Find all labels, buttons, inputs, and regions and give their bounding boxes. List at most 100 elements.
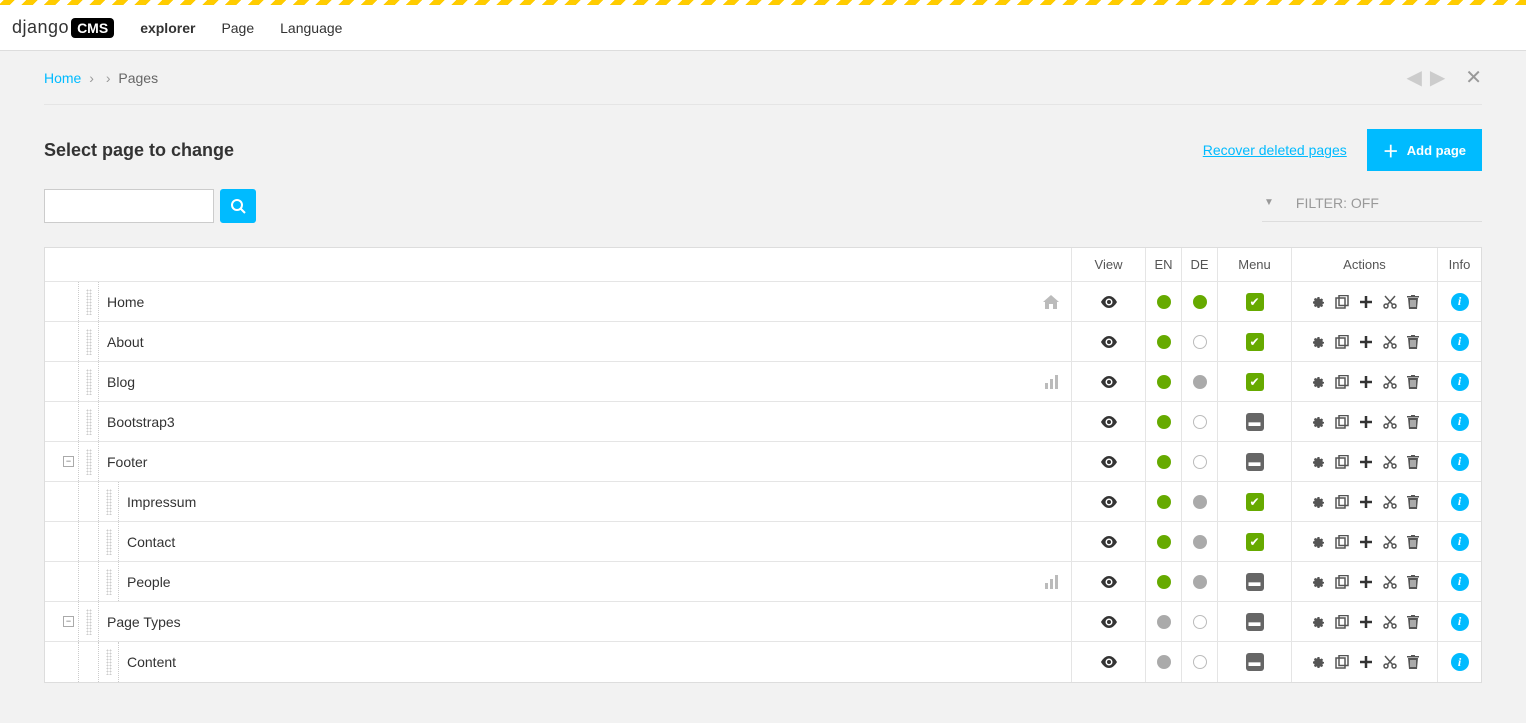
info-button[interactable]: i [1451,573,1469,591]
action-cut[interactable] [1383,655,1397,669]
action-add[interactable] [1359,455,1373,469]
lang-status-dot[interactable] [1157,375,1171,389]
drag-handle[interactable] [86,449,92,475]
page-name-cell[interactable]: About [99,334,1071,350]
menu-indicator[interactable]: ▬ [1246,613,1264,631]
view-button[interactable] [1100,376,1118,388]
menu-indicator[interactable]: ▬ [1246,573,1264,591]
lang-status-dot[interactable] [1157,575,1171,589]
tree-row[interactable]: Blog✔i [45,362,1481,402]
lang-status-dot[interactable] [1157,455,1171,469]
action-add[interactable] [1359,415,1373,429]
tree-row[interactable]: About✔i [45,322,1481,362]
action-add[interactable] [1359,335,1373,349]
filter-toggle[interactable]: ▼ FILTER: OFF [1262,191,1482,222]
action-add[interactable] [1359,535,1373,549]
view-button[interactable] [1100,576,1118,588]
add-page-button[interactable]: ＋ Add page [1367,129,1482,171]
action-settings[interactable] [1311,335,1325,349]
drag-handle[interactable] [106,529,112,555]
action-copy[interactable] [1335,495,1349,509]
action-add[interactable] [1359,375,1373,389]
page-name-cell[interactable]: Impressum [119,494,1071,510]
action-add[interactable] [1359,615,1373,629]
lang-status-dot[interactable] [1157,655,1171,669]
lang-status-dot[interactable] [1193,455,1207,469]
drag-handle[interactable] [106,489,112,515]
menu-indicator[interactable]: ✔ [1246,493,1264,511]
tree-row[interactable]: Impressum ✔ i [45,482,1481,522]
action-cut[interactable] [1383,535,1397,549]
action-copy[interactable] [1335,375,1349,389]
view-button[interactable] [1100,296,1118,308]
breadcrumb-home[interactable]: Home [44,70,81,86]
action-add[interactable] [1359,495,1373,509]
menu-indicator[interactable]: ▬ [1246,653,1264,671]
page-name-cell[interactable]: Contact [119,534,1071,550]
menu-indicator[interactable]: ▬ [1246,453,1264,471]
action-settings[interactable] [1311,375,1325,389]
action-cut[interactable] [1383,415,1397,429]
action-settings[interactable] [1311,495,1325,509]
action-add[interactable] [1359,655,1373,669]
action-delete[interactable] [1407,495,1419,509]
menu-item-language[interactable]: Language [280,20,342,36]
lang-status-dot[interactable] [1157,535,1171,549]
info-button[interactable]: i [1451,653,1469,671]
action-copy[interactable] [1335,415,1349,429]
info-button[interactable]: i [1451,293,1469,311]
action-delete[interactable] [1407,575,1419,589]
lang-status-dot[interactable] [1193,575,1207,589]
action-delete[interactable] [1407,335,1419,349]
lang-status-dot[interactable] [1193,295,1207,309]
info-button[interactable]: i [1451,453,1469,471]
menu-item-page[interactable]: Page [221,20,254,36]
view-button[interactable] [1100,416,1118,428]
info-button[interactable]: i [1451,493,1469,511]
drag-handle[interactable] [86,609,92,635]
page-name-cell[interactable]: Bootstrap3 [99,414,1071,430]
action-settings[interactable] [1311,535,1325,549]
search-input[interactable] [44,189,214,223]
action-settings[interactable] [1311,415,1325,429]
menu-indicator[interactable]: ✔ [1246,293,1264,311]
action-cut[interactable] [1383,295,1397,309]
view-button[interactable] [1100,656,1118,668]
action-copy[interactable] [1335,535,1349,549]
menu-indicator[interactable]: ✔ [1246,333,1264,351]
action-settings[interactable] [1311,295,1325,309]
page-name-cell[interactable]: Content [119,654,1071,670]
lang-status-dot[interactable] [1193,535,1207,549]
page-name-cell[interactable]: Footer [99,454,1071,470]
close-icon[interactable]: ✕ [1465,65,1482,90]
action-settings[interactable] [1311,575,1325,589]
menu-indicator[interactable]: ✔ [1246,373,1264,391]
lang-status-dot[interactable] [1157,295,1171,309]
action-copy[interactable] [1335,575,1349,589]
action-copy[interactable] [1335,335,1349,349]
action-delete[interactable] [1407,615,1419,629]
page-name-cell[interactable]: Home [99,294,1071,310]
tree-row[interactable]: −Page Types▬i [45,602,1481,642]
action-cut[interactable] [1383,375,1397,389]
info-button[interactable]: i [1451,533,1469,551]
lang-status-dot[interactable] [1157,335,1171,349]
lang-status-dot[interactable] [1157,495,1171,509]
action-delete[interactable] [1407,415,1419,429]
menu-indicator[interactable]: ✔ [1246,533,1264,551]
nav-next-icon[interactable]: ▶ [1430,65,1445,90]
lang-status-dot[interactable] [1193,375,1207,389]
search-button[interactable] [220,189,256,223]
lang-status-dot[interactable] [1193,655,1207,669]
nav-prev-icon[interactable]: ◀ [1406,65,1421,90]
lang-status-dot[interactable] [1193,495,1207,509]
menu-indicator[interactable]: ▬ [1246,413,1264,431]
page-name-cell[interactable]: Page Types [99,614,1071,630]
action-copy[interactable] [1335,455,1349,469]
action-settings[interactable] [1311,655,1325,669]
lang-status-dot[interactable] [1193,615,1207,629]
action-delete[interactable] [1407,455,1419,469]
action-settings[interactable] [1311,615,1325,629]
tree-row[interactable]: Home ✔ i [45,282,1481,322]
action-cut[interactable] [1383,335,1397,349]
